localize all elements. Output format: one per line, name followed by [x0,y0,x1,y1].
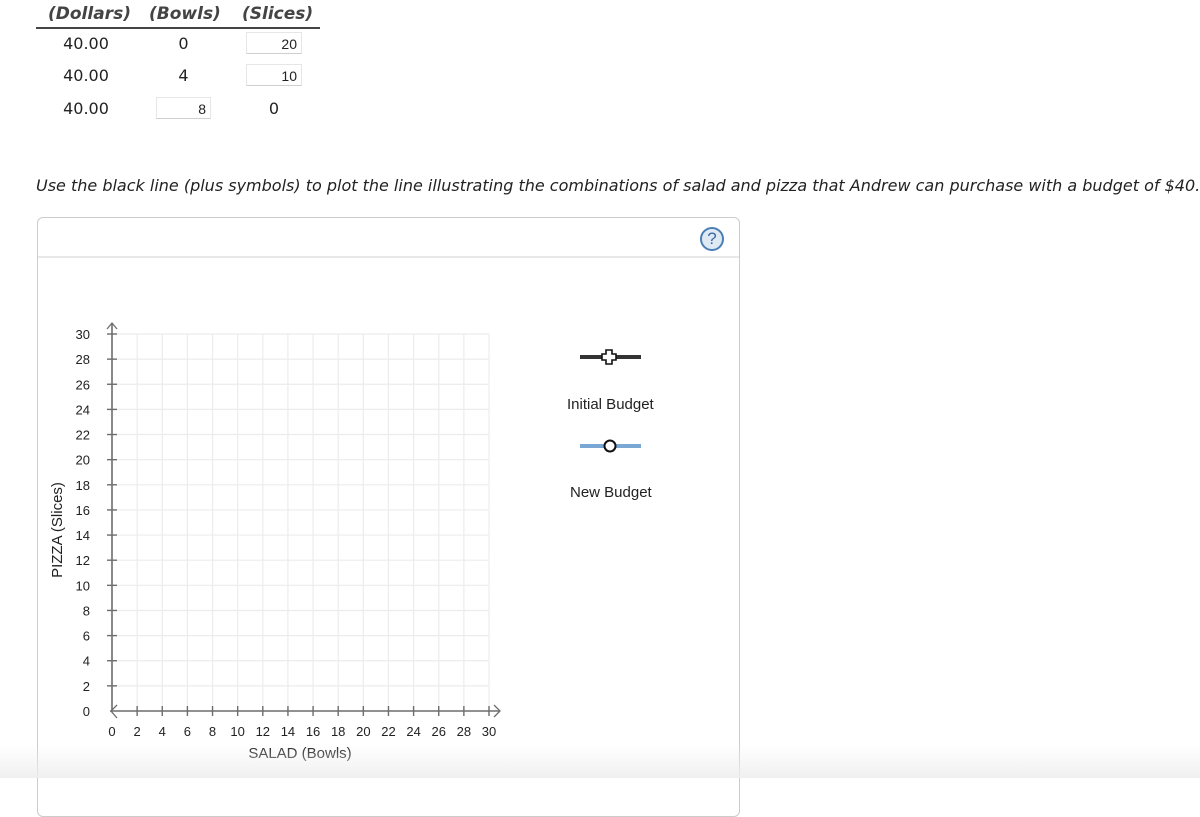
y-tick-label: 30 [76,327,90,342]
y-tick-label: 14 [76,528,90,543]
budget-chart[interactable]: 0 2 4 6 8 10 12 14 16 18 20 22 24 26 28 30 024681012141… [0,0,1200,778]
x-tick-label: 20 [356,724,370,739]
x-tick-label: 16 [306,724,320,739]
x-tick-label: 8 [209,724,216,739]
grid-lines [112,333,490,711]
y-tick-label: 6 [83,629,90,644]
circle-icon [603,439,617,453]
x-tick-label: 4 [159,724,166,739]
x-tick-label: 26 [431,724,445,739]
x-tick-label: 24 [406,724,420,739]
y-tick-label: 22 [76,428,90,443]
y-tick-label: 12 [76,553,90,568]
x-tick-label: 2 [134,724,141,739]
axes [106,321,501,719]
y-tick-label: 4 [83,654,90,669]
x-tick-label: 14 [281,724,295,739]
y-tick-labels: 024681012141618202224262830 [76,327,90,719]
y-tick-label: 0 [83,704,90,719]
y-axis-label: PIZZA (Slices) [49,482,66,578]
plus-icon [601,349,617,365]
y-tick-label: 20 [76,453,90,468]
x-tick-label: 22 [381,724,395,739]
legend-new-budget-tool[interactable] [580,439,641,453]
y-tick-label: 26 [76,377,90,392]
x-tick-label: 18 [331,724,345,739]
y-tick-label: 10 [76,578,90,593]
y-tick-label: 8 [83,603,90,618]
legend-initial-budget-tool[interactable] [580,349,641,365]
x-tick-label: 30 [482,724,496,739]
y-tick-label: 16 [76,503,90,518]
y-tick-label: 18 [76,478,90,493]
y-tick-label: 28 [76,352,90,367]
x-tick-label: 0 [108,724,115,739]
x-tick-label: 10 [230,724,244,739]
x-tick-labels: 0 2 4 6 8 10 12 14 16 18 20 22 24 26 28 30 [108,724,496,739]
x-axis-label: SALAD (Bowls) [248,745,351,762]
x-tick-label: 6 [184,724,191,739]
x-tick-label: 12 [256,724,270,739]
y-tick-label: 2 [83,679,90,694]
y-tick-label: 24 [76,402,90,417]
x-tick-label: 28 [457,724,471,739]
legend-initial-label: Initial Budget [567,396,654,413]
legend-new-label: New Budget [570,484,652,501]
